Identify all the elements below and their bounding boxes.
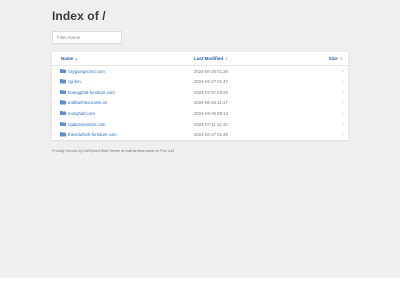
last-modified-value: 2024-04-27 01:46 xyxy=(194,132,228,138)
table-row[interactable]: mathanhtra.name.vn 2024-06-26 11:17 - xyxy=(52,98,348,109)
last-modified-value: 2024-07-07 03:26 xyxy=(194,89,228,95)
server-footer: Proudly Served by LiteSpeed Web Server a… xyxy=(52,149,175,153)
filter-name-input[interactable] xyxy=(52,31,122,44)
folder-link[interactable]: thienduhinh-furniture.com xyxy=(68,132,117,137)
table-row[interactable]: mosqhatf.com 2024-04-26 09:13 - xyxy=(52,109,348,120)
size-value: - xyxy=(342,132,344,138)
folder-icon xyxy=(60,68,66,73)
size-value: - xyxy=(342,68,344,74)
folder-icon xyxy=(60,79,66,84)
folder-icon xyxy=(60,121,66,126)
folder-link[interactable]: cgi-bin xyxy=(68,79,81,84)
sort-arrows-icon: ▴ xyxy=(75,56,78,61)
size-value: - xyxy=(342,89,344,95)
last-modified-value: 2024-04-26 09:13 xyxy=(194,111,228,117)
last-modified-value: 2024-06-25 01:26 xyxy=(194,68,228,74)
table-row[interactable]: ngdamvietnam.com 2024-07-11 12:43 - xyxy=(52,120,348,131)
last-modified-value: 2024-04-27 01:47 xyxy=(194,79,228,85)
folder-link[interactable]: mathanhtra.name.vn xyxy=(68,100,107,105)
size-value: - xyxy=(342,121,344,127)
table-row[interactable]: thienduhinh-furniture.com 2024-04-27 01:4… xyxy=(52,130,348,141)
table-row[interactable]: caygiongsonnl.com 2024-06-25 01:26 - xyxy=(52,67,348,78)
bottom-band xyxy=(0,278,400,300)
folder-icon xyxy=(60,110,66,116)
sort-arrows-icon: ⇕ xyxy=(339,56,343,61)
sort-arrows-icon: ⇕ xyxy=(225,56,229,61)
size-value: - xyxy=(342,111,344,117)
last-modified-value: 2024-06-26 11:17 xyxy=(194,100,228,106)
folder-link[interactable]: caygiongsonnl.com xyxy=(68,69,105,74)
size-value: - xyxy=(342,100,344,106)
column-header-name[interactable]: Name ▴ xyxy=(61,56,77,61)
table-row[interactable]: cgi-bin 2024-04-27 01:47 - xyxy=(52,77,348,88)
column-header-size[interactable]: Size ⇕ xyxy=(329,56,343,61)
page-title: Index of / xyxy=(52,9,106,23)
size-value: - xyxy=(342,79,344,85)
folder-icon xyxy=(60,89,66,95)
column-header-last-modified[interactable]: Last Modified ⇕ xyxy=(194,56,228,61)
table-row[interactable]: hoangphat-furniture.com 2024-07-07 03:26 - xyxy=(52,88,348,99)
folder-link[interactable]: ngdamvietnam.com xyxy=(68,122,106,127)
file-listing-table: Name ▴ Last Modified ⇕ Size ⇕ caygiongsonnl… xyxy=(52,52,348,140)
folder-link[interactable]: hoangphat-furniture.com xyxy=(68,90,115,95)
last-modified-value: 2024-07-11 12:43 xyxy=(194,121,228,127)
folder-link[interactable]: mosqhatf.com xyxy=(68,111,95,116)
folder-icon xyxy=(60,132,66,137)
folder-icon xyxy=(60,100,66,105)
